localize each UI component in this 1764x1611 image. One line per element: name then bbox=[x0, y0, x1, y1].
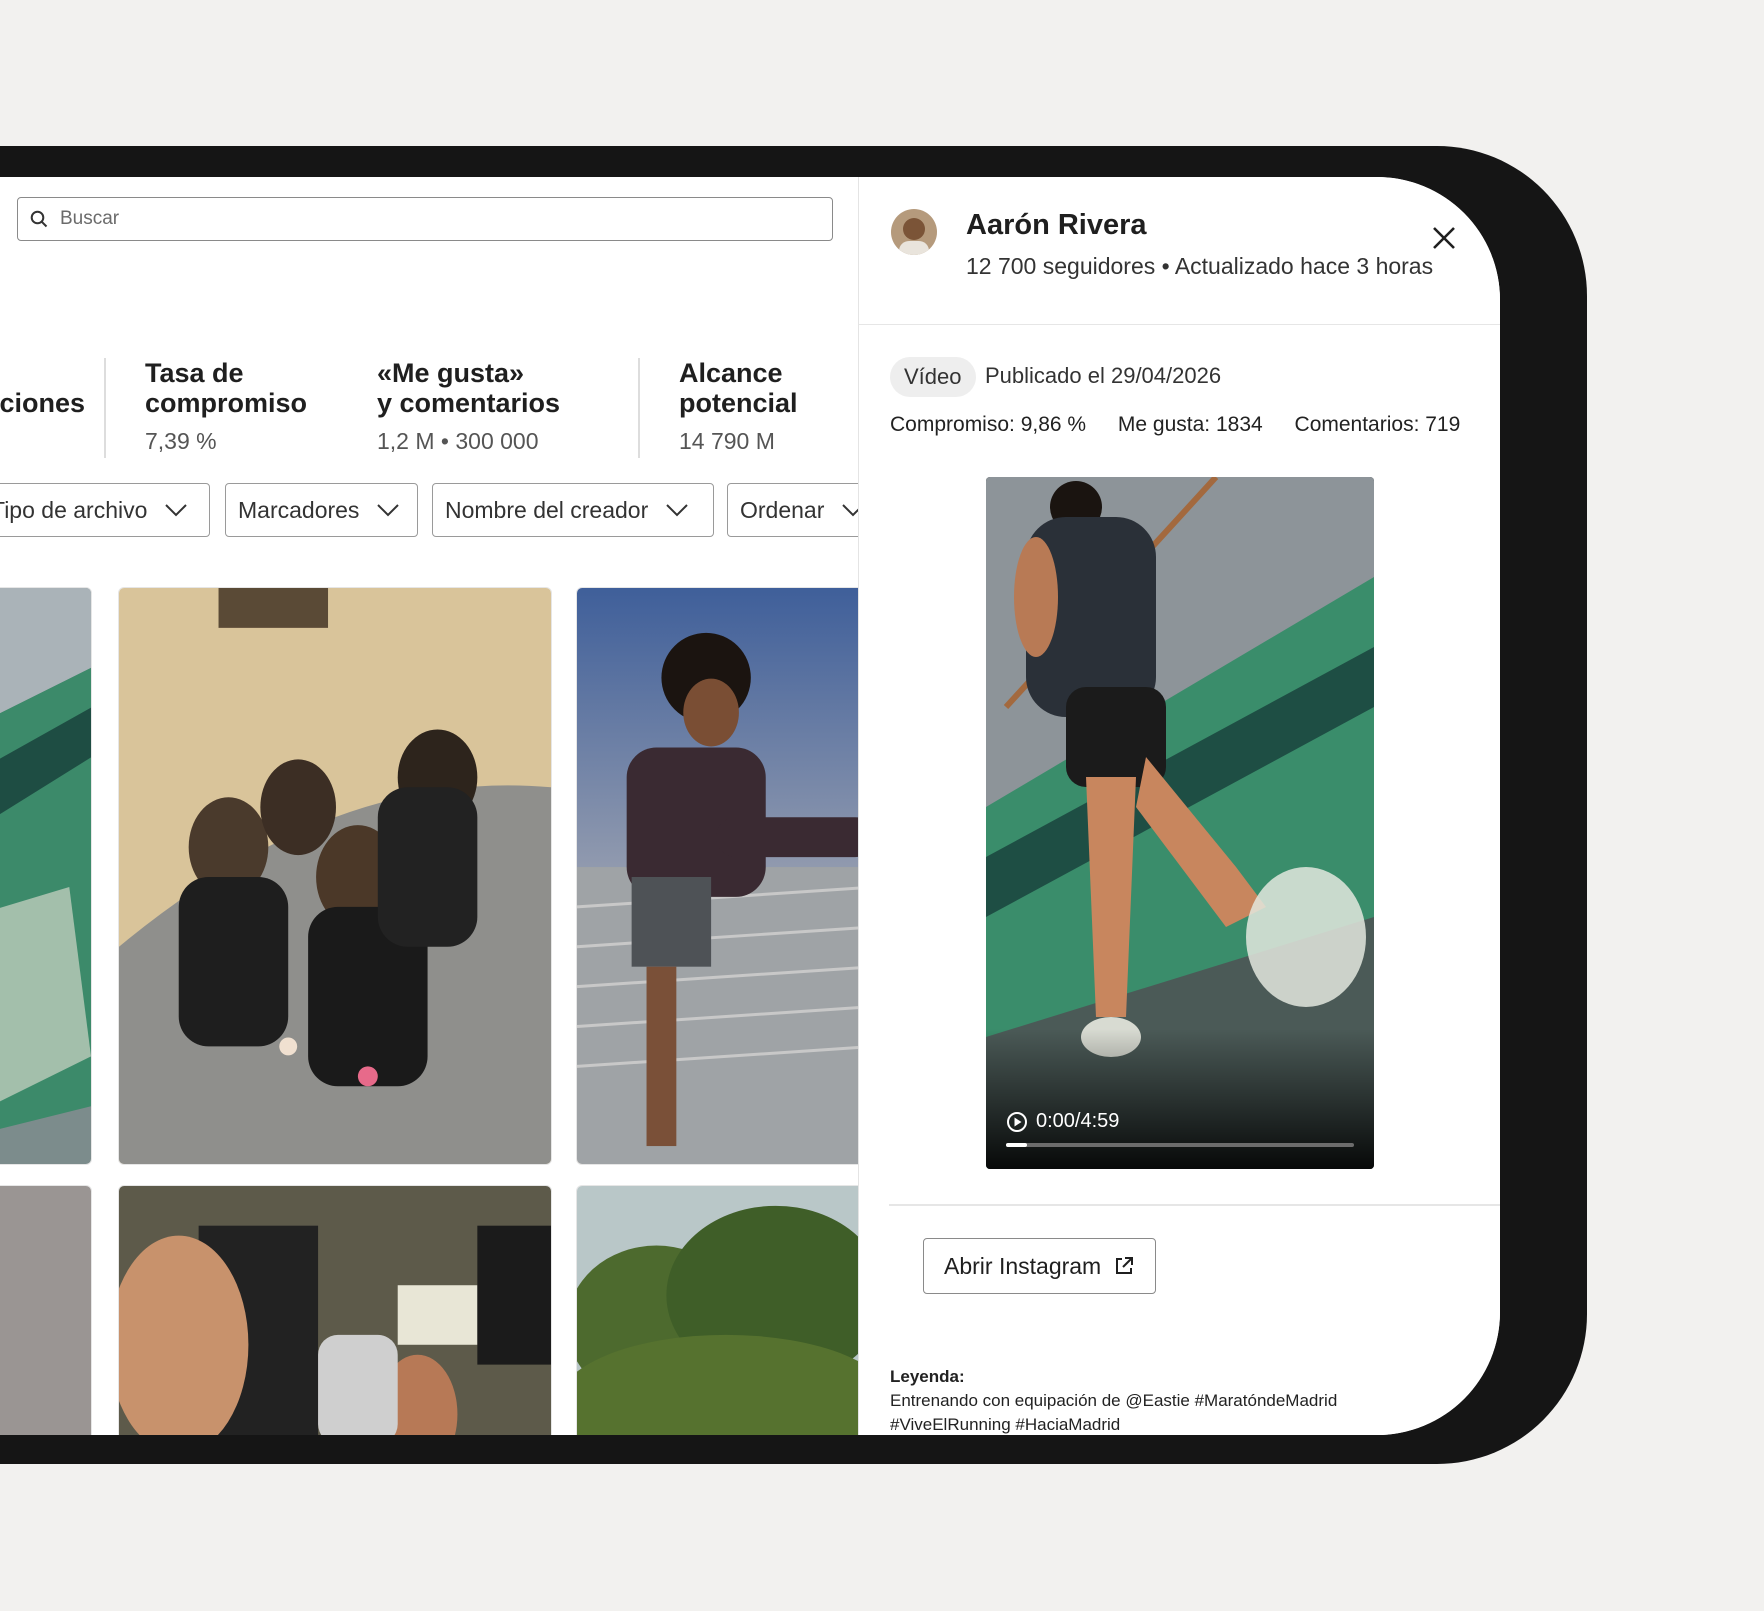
filter-label: Nombre del creador bbox=[445, 496, 649, 523]
metric-value: 14 790 M bbox=[679, 428, 775, 454]
external-link-icon bbox=[1116, 1257, 1134, 1274]
filter-label: Tipo de archivo bbox=[0, 496, 148, 523]
chevron-down-icon bbox=[165, 504, 188, 517]
device-frame: al de blicaciones 69 Tasa de compromiso … bbox=[0, 146, 1587, 1464]
creator-meta: 12 700 seguidores • Actualizado hace 3 h… bbox=[966, 253, 1434, 279]
metric-title: al de blicaciones bbox=[0, 388, 86, 418]
detail-panel: Aarón Rivera 12 700 seguidores • Actuali… bbox=[858, 177, 1500, 1435]
video-player[interactable]: 0:00/4:59 bbox=[986, 477, 1374, 1169]
close-icon[interactable] bbox=[1429, 223, 1459, 253]
metric-divider bbox=[104, 358, 106, 458]
metric-value: 7,39 % bbox=[145, 428, 217, 454]
metric-title: Alcance potencial bbox=[679, 358, 798, 418]
avatar bbox=[891, 209, 937, 255]
search-input[interactable] bbox=[60, 208, 782, 230]
engagement-stat: Compromiso: 9,86 % bbox=[890, 413, 1087, 436]
filter-markers[interactable]: Marcadores bbox=[225, 483, 418, 537]
media-thumbnail[interactable] bbox=[576, 587, 858, 1165]
creator-name: Aarón Rivera bbox=[966, 209, 1147, 241]
published-date: Publicado el 29/04/2026 bbox=[985, 363, 1222, 388]
metric-value: 1,2 M • 300 000 bbox=[377, 428, 539, 454]
filter-bar: Tipo de archivo Marcadores Nombre del cr… bbox=[0, 483, 858, 537]
divider bbox=[889, 1204, 1500, 1206]
metric-value: 69 bbox=[0, 428, 85, 455]
media-thumbnail[interactable] bbox=[118, 1185, 552, 1435]
media-thumbnail[interactable] bbox=[0, 1185, 92, 1435]
open-instagram-label: Abrir Instagram bbox=[944, 1252, 1102, 1279]
open-instagram-button[interactable]: Abrir Instagram bbox=[923, 1238, 1157, 1294]
metric-engagement: Tasa de compromiso 7,39 % bbox=[145, 358, 307, 455]
main-content: al de blicaciones 69 Tasa de compromiso … bbox=[0, 177, 858, 1435]
chevron-down-icon bbox=[666, 504, 688, 517]
video-overlay bbox=[986, 1029, 1374, 1169]
likes-stat: Me gusta: 1834 bbox=[1117, 413, 1263, 436]
media-thumbnail[interactable] bbox=[118, 587, 552, 1165]
metric-divider bbox=[638, 358, 640, 458]
comments-stat: Comentarios: 719 bbox=[1294, 413, 1461, 436]
metric-title: Tasa de compromiso bbox=[145, 358, 308, 418]
filter-label: Marcadores bbox=[238, 496, 360, 523]
play-control[interactable]: 0:00/4:59 bbox=[1006, 1110, 1119, 1133]
media-thumbnail[interactable] bbox=[0, 587, 92, 1165]
metric-posts: al de blicaciones 69 bbox=[0, 358, 85, 455]
media-thumbnail[interactable] bbox=[576, 1185, 858, 1435]
metrics-row: al de blicaciones 69 Tasa de compromiso … bbox=[0, 358, 858, 468]
media-type-badge: Vídeo bbox=[890, 357, 976, 397]
post-stats: Compromiso: 9,86 % Me gusta: 1834 Coment… bbox=[890, 413, 1486, 437]
filter-sort[interactable]: Ordenar bbox=[727, 483, 858, 537]
chevron-down-icon bbox=[842, 504, 858, 517]
play-icon bbox=[1007, 1111, 1027, 1132]
video-progress-bar[interactable] bbox=[1006, 1143, 1354, 1147]
filter-creator-name[interactable]: Nombre del creador bbox=[432, 483, 714, 537]
video-time: 0:00/4:59 bbox=[1036, 1110, 1120, 1132]
filter-file-type[interactable]: Tipo de archivo bbox=[0, 483, 210, 537]
panel-header: Aarón Rivera 12 700 seguidores • Actuali… bbox=[859, 177, 1500, 325]
metric-reach: Alcance potencial 14 790 M bbox=[679, 358, 798, 455]
app-screen: al de blicaciones 69 Tasa de compromiso … bbox=[0, 177, 1500, 1435]
caption-text: Entrenando con equipación de @Eastie #Ma… bbox=[890, 1391, 1338, 1434]
video-progress-fill bbox=[1006, 1143, 1027, 1147]
metric-title: «Me gusta» y comentarios bbox=[377, 358, 561, 418]
search-icon bbox=[30, 210, 48, 228]
chevron-down-icon bbox=[377, 504, 400, 517]
filter-label: Ordenar bbox=[740, 496, 825, 523]
metric-likes-comments: «Me gusta» y comentarios 1,2 M • 300 000 bbox=[377, 358, 560, 455]
search-field[interactable] bbox=[17, 197, 833, 241]
caption-label: Leyenda: bbox=[890, 1367, 965, 1386]
